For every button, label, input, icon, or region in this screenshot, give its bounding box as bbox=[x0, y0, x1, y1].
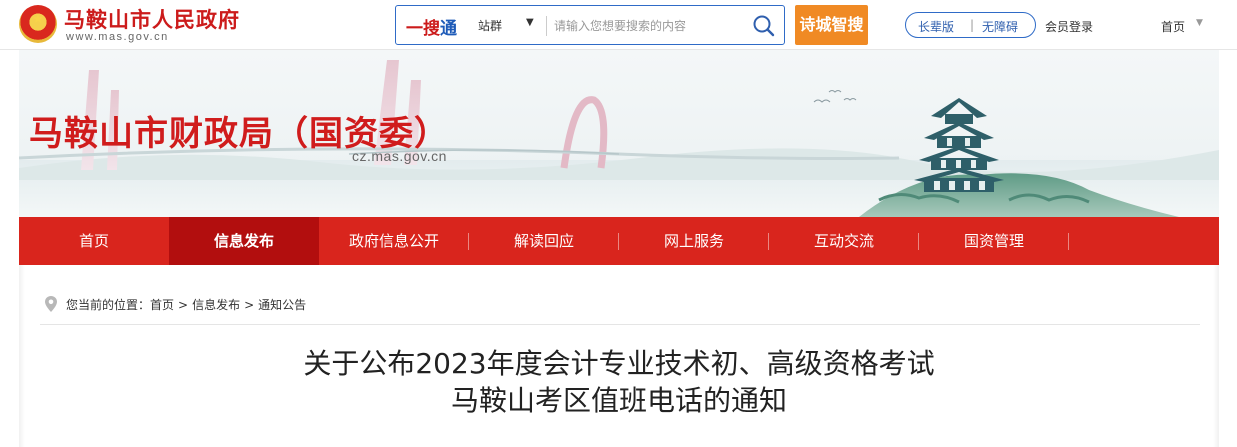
elder-mode-link[interactable]: 长辈版 bbox=[918, 18, 954, 35]
nav-item-gov-info-disclosure[interactable]: 政府信息公开 bbox=[319, 217, 469, 265]
breadcrumb: 您当前的位置：首页 > 信息发布 > 通知公告 bbox=[44, 295, 306, 313]
nav-item-home[interactable]: 首页 bbox=[19, 217, 169, 265]
breadcrumb-separator: > bbox=[244, 298, 255, 312]
breadcrumb-divider bbox=[40, 324, 1200, 325]
search-input[interactable] bbox=[554, 14, 739, 38]
nav-item-interaction[interactable]: 互动交流 bbox=[769, 217, 919, 265]
breadcrumb-prefix: 您当前的位置： bbox=[66, 298, 151, 312]
breadcrumb-info-release[interactable]: 信息发布 bbox=[192, 298, 240, 312]
shicheng-search-button[interactable]: 诗城智搜 bbox=[795, 5, 868, 45]
nav-divider bbox=[1068, 233, 1069, 250]
search-icon[interactable] bbox=[751, 13, 777, 39]
search-divider bbox=[546, 16, 547, 36]
nav-divider bbox=[768, 233, 769, 250]
caret-down-icon[interactable]: ▼ bbox=[1196, 18, 1203, 28]
home-menu[interactable]: 首页 bbox=[1161, 18, 1185, 35]
nav-item-interpretation[interactable]: 解读回应 bbox=[469, 217, 619, 265]
top-bar: 马鞍山市人民政府 www.mas.gov.cn 一搜通 站群 ▼ 诗城智搜 长辈… bbox=[0, 0, 1237, 50]
accessibility-toggle: 长辈版 | 无障碍 bbox=[905, 12, 1036, 38]
article-title: 关于公布2023年度会计专业技术初、高级资格考试 马鞍山考区值班电话的通知 bbox=[19, 345, 1219, 419]
main-nav: 首页 信息发布 政府信息公开 解读回应 网上服务 互动交流 国资管理 bbox=[19, 217, 1219, 265]
nav-divider bbox=[618, 233, 619, 250]
member-login-link[interactable]: 会员登录 bbox=[1045, 18, 1093, 35]
header-banner: 马鞍山市财政局（国资委） cz.mas.gov.cn bbox=[19, 50, 1219, 217]
search-logo-suffix: 通 bbox=[440, 19, 457, 39]
search-box: 一搜通 站群 ▼ bbox=[395, 5, 785, 45]
site-url: www.mas.gov.cn bbox=[66, 31, 169, 43]
barrier-free-link[interactable]: 无障碍 bbox=[982, 18, 1018, 35]
accessibility-separator: | bbox=[970, 18, 975, 32]
department-url: cz.mas.gov.cn bbox=[352, 148, 447, 164]
nav-item-state-assets[interactable]: 国资管理 bbox=[919, 217, 1069, 265]
caret-down-icon[interactable]: ▼ bbox=[526, 17, 534, 28]
breadcrumb-separator: > bbox=[178, 298, 189, 312]
nav-item-online-services[interactable]: 网上服务 bbox=[619, 217, 769, 265]
nav-item-info-release[interactable]: 信息发布 bbox=[169, 217, 319, 265]
location-pin-icon bbox=[45, 296, 57, 312]
breadcrumb-home[interactable]: 首页 bbox=[150, 298, 174, 312]
national-emblem-icon bbox=[19, 5, 57, 43]
nav-divider bbox=[918, 233, 919, 250]
search-logo: 一搜通 bbox=[406, 14, 457, 39]
breadcrumb-notices[interactable]: 通知公告 bbox=[258, 298, 306, 312]
search-logo-prefix: 一搜 bbox=[406, 19, 440, 39]
article-title-line-2: 马鞍山考区值班电话的通知 bbox=[450, 384, 787, 417]
site-name[interactable]: 马鞍山市人民政府 bbox=[64, 4, 240, 34]
nav-divider bbox=[468, 233, 469, 250]
article-title-line-1: 关于公布2023年度会计专业技术初、高级资格考试 bbox=[303, 347, 935, 380]
search-scope-select[interactable]: 站群 bbox=[478, 17, 502, 34]
